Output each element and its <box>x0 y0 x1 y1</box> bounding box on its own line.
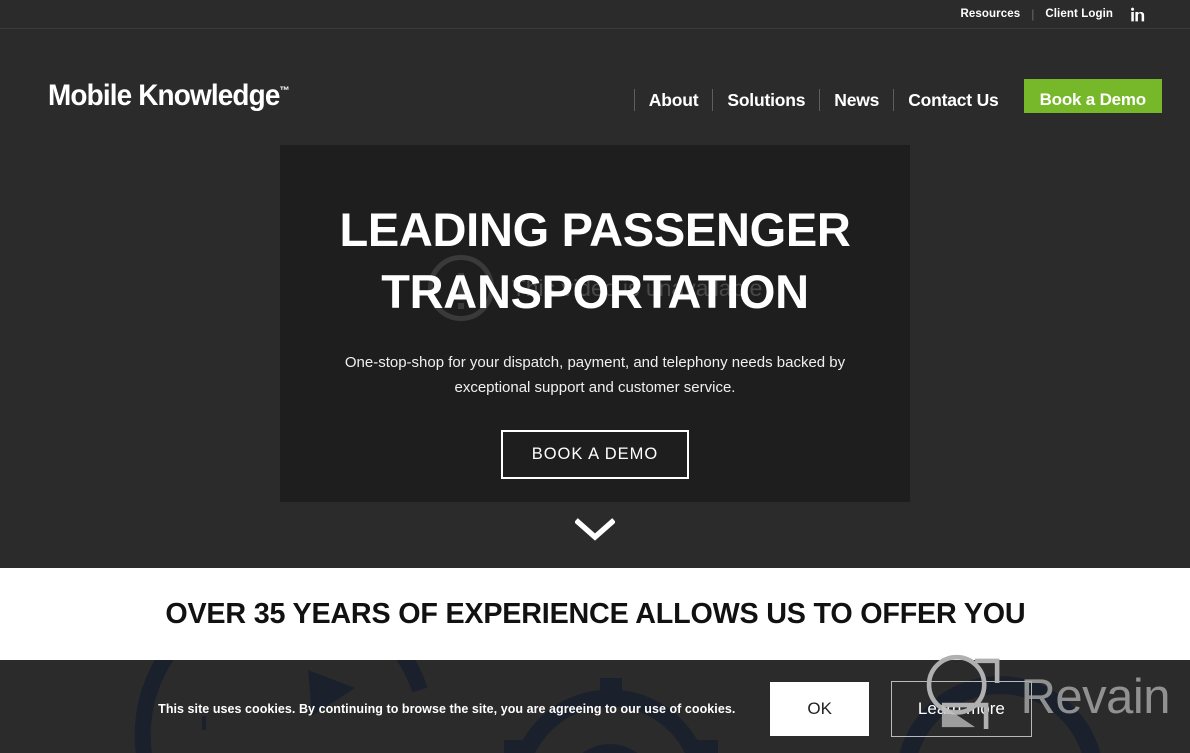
hero-subheading: One-stop-shop for your dispatch, payment… <box>344 354 846 397</box>
experience-band: OVER 35 YEARS OF EXPERIENCE ALLOWS US TO… <box>0 568 1190 660</box>
topbar-link-client-login[interactable]: Client Login <box>1045 8 1113 20</box>
topbar-link-resources[interactable]: Resources <box>961 8 1021 20</box>
topbar-separator: | <box>1031 7 1035 21</box>
nav-item-about[interactable]: About <box>635 90 713 111</box>
webpage-root: Resources | Client Login Mobile Knowledg… <box>0 0 1190 753</box>
site-logo[interactable]: Mobile Knowledge™ <box>48 79 290 113</box>
hero-content: LEADING PASSENGER TRANSPORTATION One-sto… <box>280 145 910 502</box>
hero-section: This video is unavailable LEADING PASSEN… <box>0 113 1190 568</box>
cookie-consent-bar: This site uses cookies. By continuing to… <box>0 678 1190 740</box>
nav-item-contact-us[interactable]: Contact Us <box>894 90 1012 111</box>
scroll-down-indicator[interactable] <box>0 518 1190 547</box>
logo-text: Mobile Knowledge <box>48 79 280 112</box>
nav-item-solutions[interactable]: Solutions <box>713 90 819 111</box>
nav-item-news[interactable]: News <box>820 90 893 111</box>
logo-trademark: ™ <box>279 85 290 97</box>
linkedin-icon[interactable] <box>1131 7 1146 22</box>
cookie-ok-button[interactable]: OK <box>770 682 869 736</box>
hero-heading-line-2: TRANSPORTATION <box>381 264 809 318</box>
cookie-message: This site uses cookies. By continuing to… <box>158 702 736 716</box>
utility-bar: Resources | Client Login <box>0 0 1190 29</box>
cookie-learn-more-button[interactable]: Learn more <box>890 681 1032 737</box>
site-header: Mobile Knowledge™ About Solutions News C… <box>0 29 1190 122</box>
chevron-down-icon[interactable] <box>574 518 616 547</box>
hero-book-a-demo-button[interactable]: BOOK A DEMO <box>500 429 690 479</box>
section-heading: OVER 35 YEARS OF EXPERIENCE ALLOWS US TO… <box>164 597 1026 630</box>
hero-heading-line-1: LEADING PASSENGER <box>339 203 851 256</box>
hero-heading: LEADING PASSENGER TRANSPORTATION <box>339 199 850 322</box>
